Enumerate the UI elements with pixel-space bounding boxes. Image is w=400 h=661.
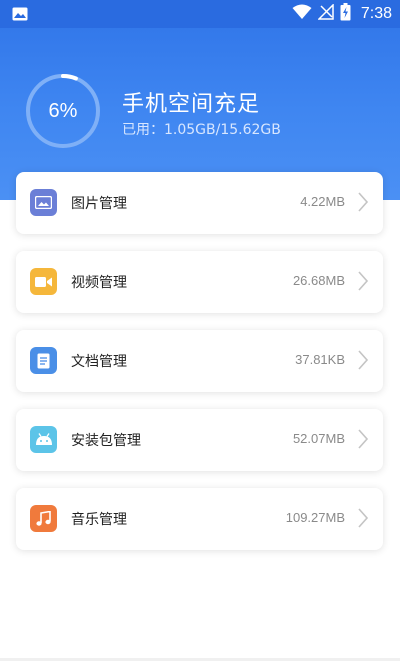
music-icon: [30, 505, 57, 532]
picture-icon: [30, 189, 57, 216]
chevron-right-icon: [357, 191, 369, 213]
category-item-images[interactable]: 图片管理 4.22MB: [16, 172, 383, 234]
no-signal-icon: [317, 3, 334, 24]
storage-usage-text: 已用：1.05GB/15.62GB: [122, 122, 281, 138]
category-size: 37.81KB: [295, 352, 345, 367]
category-size: 109.27MB: [285, 510, 345, 525]
category-label: 文档管理: [71, 354, 127, 370]
category-label: 安装包管理: [71, 433, 141, 449]
storage-usage-ring: 6%: [24, 72, 102, 150]
category-size: 4.22MB: [300, 194, 345, 209]
category-size: 26.68MB: [292, 273, 345, 288]
android-icon: [30, 426, 57, 453]
category-item-documents[interactable]: 文档管理 37.81KB: [16, 330, 383, 392]
storage-percent: 6%: [48, 99, 78, 122]
category-item-videos[interactable]: 视频管理 26.68MB: [16, 251, 383, 313]
chevron-right-icon: [357, 270, 369, 292]
wifi-icon: [292, 4, 312, 24]
category-label: 图片管理: [71, 196, 127, 212]
status-time: 7:38: [360, 5, 392, 22]
category-size: 52.07MB: [292, 431, 345, 446]
category-label: 音乐管理: [71, 512, 127, 528]
category-list: 图片管理 4.22MB 视频管理 26.68MB 文档管理 37.81KB 安装…: [16, 172, 383, 567]
category-item-music[interactable]: 音乐管理 109.27MB: [16, 488, 383, 550]
video-icon: [30, 268, 57, 295]
category-label: 视频管理: [71, 275, 127, 291]
chevron-right-icon: [357, 349, 369, 371]
storage-status-title: 手机空间充足: [122, 92, 261, 117]
battery-charging-icon: [340, 3, 351, 25]
status-bar: 7:38: [0, 0, 400, 28]
category-item-packages[interactable]: 安装包管理 52.07MB: [16, 409, 383, 471]
chevron-right-icon: [357, 507, 369, 529]
image-icon: [12, 6, 28, 21]
chevron-right-icon: [357, 428, 369, 450]
document-icon: [30, 347, 57, 374]
